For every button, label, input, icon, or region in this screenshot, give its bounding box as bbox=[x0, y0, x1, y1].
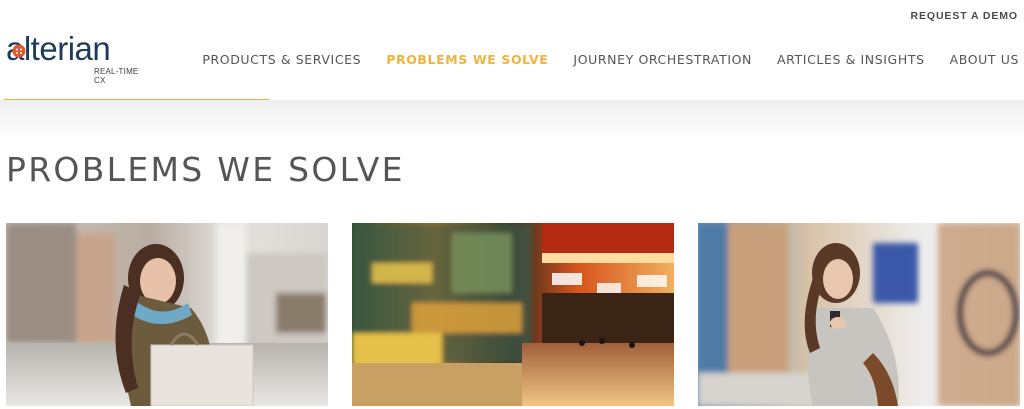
header-divider bbox=[0, 100, 1024, 138]
nav-journey-orchestration[interactable]: JOURNEY ORCHESTRATION bbox=[573, 52, 752, 67]
page-title: PROBLEMS WE SOLVE bbox=[6, 150, 405, 189]
logo-badge-icon bbox=[12, 44, 26, 58]
nav-products-services[interactable]: PRODUCTS & SERVICES bbox=[202, 52, 361, 67]
main-nav: PRODUCTS & SERVICES PROBLEMS WE SOLVE JO… bbox=[202, 52, 1019, 67]
request-demo-link[interactable]: REQUEST A DEMO bbox=[911, 10, 1019, 22]
shopping-mall-image bbox=[352, 223, 674, 406]
utility-bar: REQUEST A DEMO bbox=[911, 6, 1019, 24]
nav-problems-we-solve[interactable]: PROBLEMS WE SOLVE bbox=[386, 52, 548, 67]
logo-tagline: REAL-TIME CX bbox=[94, 67, 139, 85]
woman-shopping-bag-image bbox=[6, 223, 328, 406]
alterian-logo[interactable]: alterian REAL-TIME CX bbox=[6, 30, 146, 85]
woman-phone-store-image bbox=[698, 223, 1020, 406]
problem-card-2[interactable] bbox=[352, 223, 674, 406]
nav-about-us[interactable]: ABOUT US bbox=[950, 52, 1019, 67]
problem-card-1[interactable] bbox=[6, 223, 328, 406]
nav-articles-insights[interactable]: ARTICLES & INSIGHTS bbox=[777, 52, 925, 67]
problem-card-3[interactable] bbox=[698, 223, 1020, 406]
